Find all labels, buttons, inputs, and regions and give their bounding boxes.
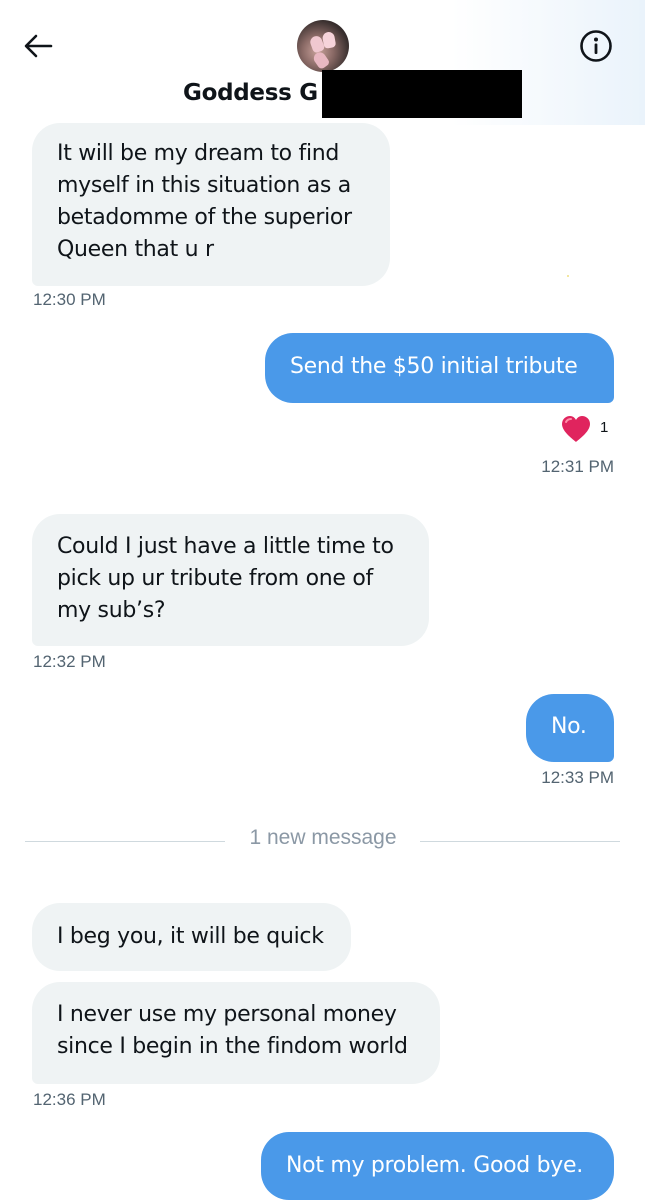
message-timestamp: 12:32 PM bbox=[33, 652, 106, 671]
outgoing-message-bubble[interactable]: Send the $50 initial tribute bbox=[265, 333, 614, 403]
stray-dot bbox=[567, 275, 569, 277]
outgoing-message-bubble[interactable]: No. bbox=[526, 694, 614, 762]
incoming-message-bubble[interactable]: I never use my personal money since I be… bbox=[32, 982, 440, 1084]
red-heart-icon bbox=[562, 416, 590, 442]
info-circle-icon bbox=[580, 30, 612, 62]
reaction-count: 1 bbox=[600, 418, 609, 436]
redaction-block bbox=[322, 70, 522, 118]
conversation-info-button[interactable] bbox=[576, 26, 616, 66]
new-message-divider-label: 1 new message bbox=[249, 826, 397, 849]
message-timestamp: 12:30 PM bbox=[33, 290, 106, 309]
arrow-left-icon bbox=[24, 34, 53, 58]
divider-line-left bbox=[25, 841, 225, 842]
incoming-message-bubble[interactable]: Could I just have a little time to pick … bbox=[32, 514, 429, 646]
message-timestamp: 12:31 PM bbox=[541, 457, 614, 476]
message-timestamp: 12:33 PM bbox=[541, 768, 614, 787]
incoming-message-bubble[interactable]: I beg you, it will be quick bbox=[32, 903, 351, 971]
outgoing-message-bubble[interactable]: Not my problem. Good bye. bbox=[261, 1132, 614, 1200]
contact-name[interactable]: Goddess G bbox=[183, 80, 318, 106]
divider-line-right bbox=[420, 841, 620, 842]
message-reaction[interactable]: 1 bbox=[560, 414, 608, 444]
incoming-message-bubble[interactable]: It will be my dream to find myself in th… bbox=[32, 123, 390, 286]
back-button[interactable] bbox=[20, 28, 56, 64]
conversation-header: Goddess G bbox=[0, 0, 645, 125]
message-timestamp: 12:36 PM bbox=[33, 1090, 106, 1109]
avatar[interactable] bbox=[297, 20, 349, 72]
